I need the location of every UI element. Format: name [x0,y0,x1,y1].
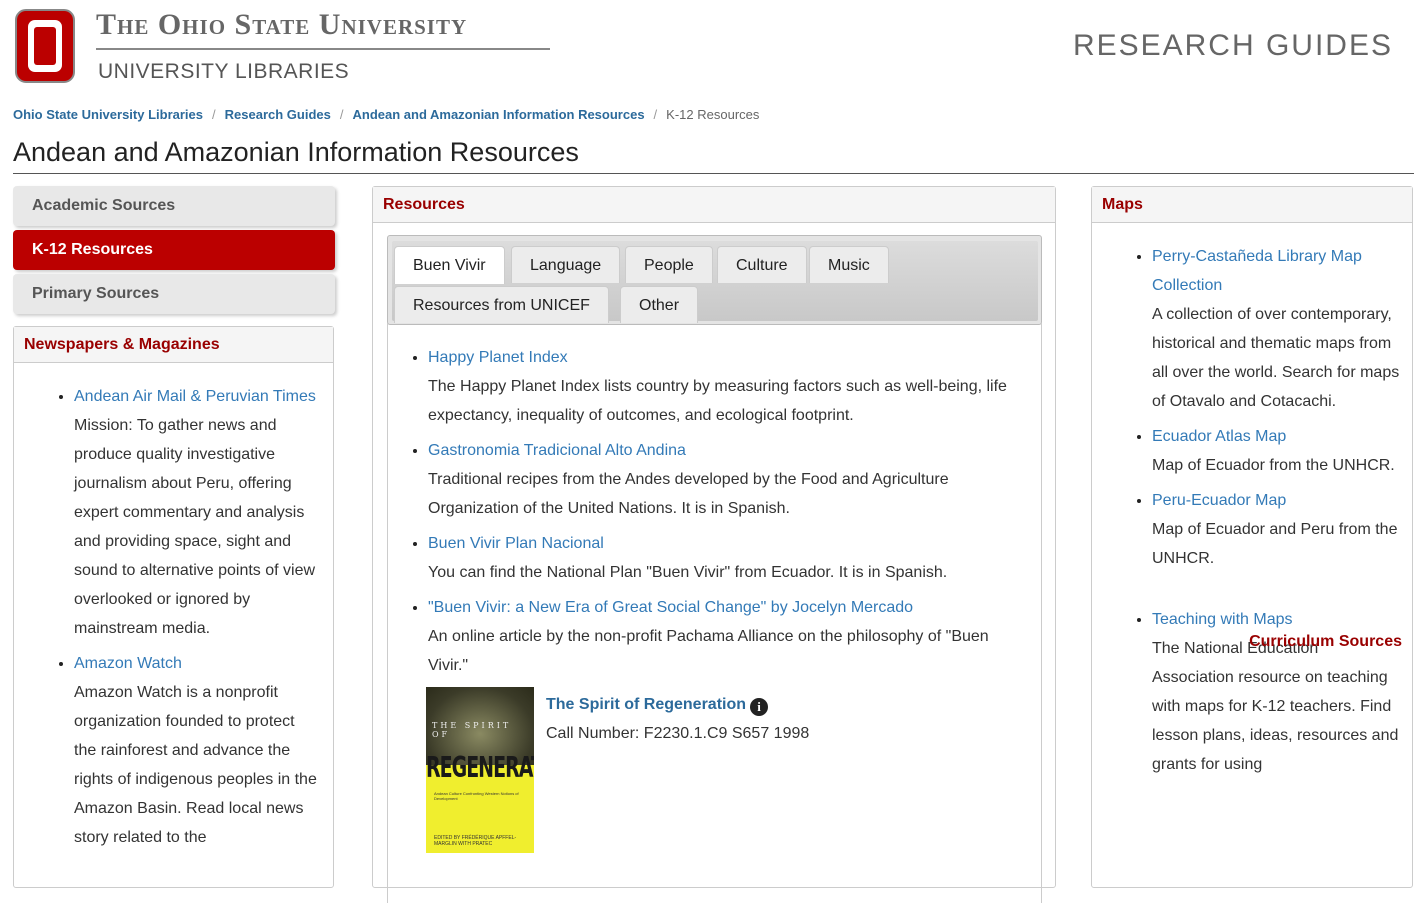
tab-bar: Buen Vivir Language People Culture Music… [392,241,1038,323]
newspapers-list: Andean Air Mail & Peruvian Times Mission… [14,382,333,852]
resource-link[interactable]: Andean Air Mail & Peruvian Times [74,388,316,405]
list-item: "Buen Vivir: a New Era of Great Social C… [428,593,1021,680]
resource-description: Map of Ecuador and Peru from the UNHCR. [1152,521,1398,567]
university-name: The Ohio State University [96,8,468,41]
resource-description: Map of Ecuador from the UNHCR. [1152,457,1395,474]
call-number: Call Number: F2230.1.C9 S657 1998 [546,725,810,742]
title-divider [13,173,1414,174]
book-info: The Spirit of Regeneration i Call Number:… [546,690,809,748]
tab-other[interactable]: Other [620,286,699,323]
list-item: Buen Vivir Plan Nacional You can find th… [428,529,1021,587]
resource-description: Mission: To gather news and produce qual… [74,417,316,637]
list-item: Ecuador Atlas Map Map of Ecuador from th… [1152,422,1400,480]
tab-music[interactable]: Music [809,246,889,283]
book-cover-author: EDITED BY FRÉDÉRIQUE APFFEL-MARGLIN WITH… [434,835,517,847]
resource-link[interactable]: Perry-Castañeda Library Map Collection [1152,248,1362,294]
tab-culture[interactable]: Culture [717,246,807,283]
tab-buen-vivir[interactable]: Buen Vivir [394,246,505,284]
tab-people[interactable]: People [625,246,713,283]
list-item: Perry-Castañeda Library Map Collection A… [1152,242,1400,416]
maps-panel: Maps Perry-Castañeda Library Map Collect… [1091,186,1413,888]
resource-description: A collection of over contemporary, histo… [1152,306,1400,410]
book-cover-image[interactable]: THE SPIRIT OF REGENERATION Andean Cultur… [426,687,534,853]
breadcrumb-item-guide[interactable]: Andean and Amazonian Information Resourc… [352,107,644,122]
resource-description: You can find the National Plan "Buen Viv… [428,564,948,581]
tab-container: Buen Vivir Language People Culture Music… [387,235,1042,325]
site-title[interactable]: RESEARCH GUIDES [1073,29,1393,63]
ohio-state-logo-icon[interactable] [14,8,76,84]
maps-list: Perry-Castañeda Library Map Collection A… [1092,242,1412,573]
panel-heading: Newspapers & Magazines [14,327,333,363]
resource-description: Traditional recipes from the Andes devel… [428,471,949,517]
breadcrumb-item-research-guides[interactable]: Research Guides [225,107,331,122]
nav-item-k12-resources[interactable]: K-12 Resources [13,230,335,270]
resource-description: The Happy Planet Index lists country by … [428,378,1007,424]
resource-link[interactable]: Amazon Watch [74,655,182,672]
resource-link[interactable]: Gastronomia Tradicional Alto Andina [428,442,686,459]
libraries-label: UNIVERSITY LIBRARIES [98,60,350,83]
book-cover-subtitle: Andean Culture Confronting Western Notio… [434,791,519,801]
resource-link[interactable]: Teaching with Maps [1152,611,1293,628]
panel-heading: Resources [373,187,1055,223]
resource-link[interactable]: Ecuador Atlas Map [1152,428,1286,445]
list-item: Gastronomia Tradicional Alto Andina Trad… [428,436,1021,523]
list-item: Peru-Ecuador Map Map of Ecuador and Peru… [1152,486,1400,573]
panel-heading: Maps [1092,187,1412,223]
resource-link[interactable]: "Buen Vivir: a New Era of Great Social C… [428,599,913,616]
resource-description: An online article by the non-profit Pach… [428,628,989,674]
header-divider [96,48,550,50]
curriculum-sources-heading: Curriculum Sources [1249,633,1402,650]
resource-description: Amazon Watch is a nonprofit organization… [74,684,317,846]
resource-link[interactable]: Buen Vivir Plan Nacional [428,535,604,552]
list-item: Amazon Watch Amazon Watch is a nonprofit… [74,649,321,852]
resources-list: Happy Planet Index The Happy Planet Inde… [388,343,1041,680]
site-header: The Ohio State University UNIVERSITY LIB… [0,0,1425,100]
book-title-link[interactable]: The Spirit of Regeneration [546,696,746,713]
newspapers-panel: Newspapers & Magazines Andean Air Mail &… [13,326,334,888]
resource-link[interactable]: Happy Planet Index [428,349,568,366]
tab-language[interactable]: Language [511,246,621,283]
breadcrumb: Ohio State University Libraries / Research… [13,107,760,122]
list-item: Andean Air Mail & Peruvian Times Mission… [74,382,321,643]
resource-link[interactable]: Peru-Ecuador Map [1152,492,1286,509]
resource-description: The National Education Association resou… [1152,640,1399,773]
nav-item-academic-sources[interactable]: Academic Sources [13,186,335,226]
breadcrumb-item-current: K-12 Resources [666,107,760,122]
guide-nav: Academic Sources K-12 Resources Primary … [13,186,335,318]
book-cover-top-text: THE SPIRIT OF [432,721,512,739]
tab-resources-from-unicef[interactable]: Resources from UNICEF [394,286,609,323]
page-title: Andean and Amazonian Information Resourc… [13,137,579,167]
curriculum-list: Teaching with Maps The National Educatio… [1092,605,1412,779]
breadcrumb-item-osu-libraries[interactable]: Ohio State University Libraries [13,107,203,122]
list-item: Teaching with Maps The National Educatio… [1152,605,1400,779]
book-cover-title: REGENERATION [426,751,534,785]
list-item: Happy Planet Index The Happy Planet Inde… [428,343,1021,430]
info-icon[interactable]: i [750,698,769,716]
nav-item-primary-sources[interactable]: Primary Sources [13,274,335,314]
